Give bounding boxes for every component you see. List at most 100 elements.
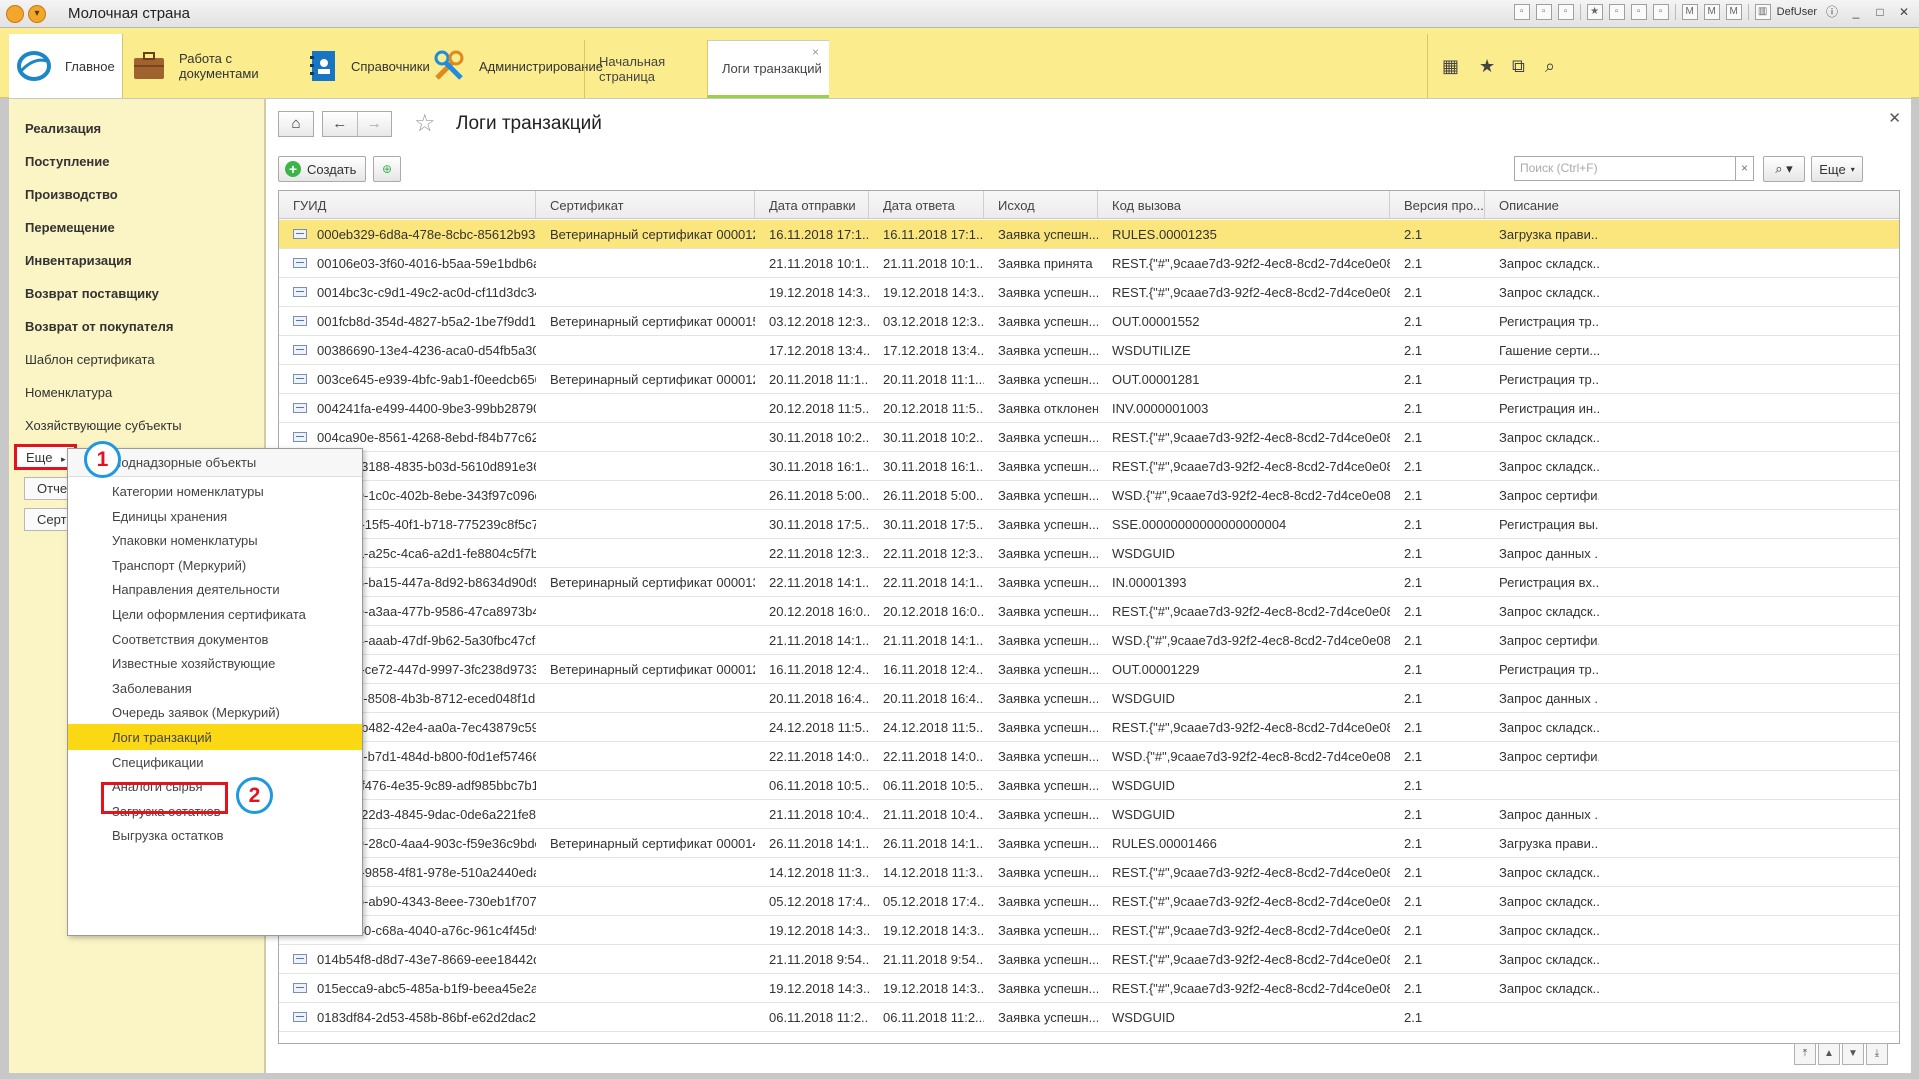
history-icon[interactable]: ⧉ bbox=[1512, 56, 1525, 77]
popup-menu-item[interactable]: Транспорт (Меркурий) bbox=[68, 552, 362, 578]
search-options-button[interactable]: ⌕ ▾ bbox=[1763, 156, 1805, 182]
page-first-icon[interactable]: ⤒ bbox=[1794, 1043, 1816, 1065]
table-row[interactable]: 00...f2a-15f5-40f1-b718-775239c8f5c7 30.1… bbox=[279, 510, 1899, 539]
sidebar-item-business-entities[interactable]: Хозяйствующие субъекты bbox=[25, 418, 182, 433]
table-row[interactable]: 00...709-28c0-4aa4-903c-f59e36c9bdef Вете… bbox=[279, 829, 1899, 858]
table-row[interactable]: 00...96-3188-4835-b03d-5610d891e363 30.11… bbox=[279, 452, 1899, 481]
app-logo-icon[interactable] bbox=[6, 4, 24, 23]
table-row[interactable]: 000eb329-6d8a-478e-8cbc-85612b93849e Вете… bbox=[279, 220, 1899, 249]
sidebar-item-receipts[interactable]: Поступление bbox=[25, 154, 110, 169]
current-user[interactable]: DefUser bbox=[1777, 6, 1817, 18]
clear-search-icon[interactable]: × bbox=[1736, 156, 1754, 181]
popup-menu-item[interactable]: Единицы хранения bbox=[68, 503, 362, 529]
column-certificate[interactable]: Сертификат bbox=[536, 191, 755, 219]
table-row[interactable]: 00...2b-f476-4e35-9c89-adf985bbc7b1 06.11… bbox=[279, 771, 1899, 800]
section-administration[interactable]: Администрирование bbox=[433, 34, 603, 98]
column-outcome[interactable]: Исход bbox=[984, 191, 1098, 219]
tab-start-page[interactable]: Начальная страница bbox=[584, 40, 706, 98]
sidebar-item-return-customer[interactable]: Возврат от покупателя bbox=[25, 319, 173, 334]
table-row[interactable]: 00386690-13e4-4236-aca0-d54fb5a30d0a 17.1… bbox=[279, 336, 1899, 365]
forward-arrow-icon[interactable]: → bbox=[356, 112, 392, 136]
copy-create-button[interactable]: ⊕ bbox=[373, 156, 401, 182]
toolbar-link-icon[interactable]: ▫ bbox=[1608, 4, 1625, 20]
column-description[interactable]: Описание bbox=[1485, 191, 1599, 219]
column-protocol-version[interactable]: Версия про... bbox=[1390, 191, 1485, 219]
column-call-code[interactable]: Код вызова bbox=[1098, 191, 1390, 219]
more-actions-button[interactable]: Еще ▾ bbox=[1811, 156, 1863, 182]
toolbar-calc-icon[interactable]: ▫ bbox=[1630, 4, 1647, 20]
table-row[interactable]: 00...b6-b482-42e4-aa0a-7ec43879c594 24.12… bbox=[279, 713, 1899, 742]
tab-close-icon[interactable]: × bbox=[812, 45, 819, 59]
info-icon[interactable]: ⓘ bbox=[1823, 4, 1841, 20]
toolbar-panels-icon[interactable]: ▥ bbox=[1754, 4, 1771, 20]
maximize-icon[interactable]: □ bbox=[1871, 4, 1889, 20]
table-row[interactable]: 014b54f8-d8d7-43e7-8669-eee18442da3f 21.1… bbox=[279, 945, 1899, 974]
sidebar-item-sales[interactable]: Реализация bbox=[25, 121, 101, 136]
favorites-star-icon[interactable]: ★ bbox=[1479, 56, 1495, 77]
popup-menu-item[interactable]: Направления деятельности bbox=[68, 576, 362, 602]
minimize-icon[interactable]: _ bbox=[1847, 4, 1865, 20]
table-row[interactable]: 00...8e4-aaab-47df-9b62-5a30fbc47cfa 21.1… bbox=[279, 626, 1899, 655]
sidebar-item-return-supplier[interactable]: Возврат поставщику bbox=[25, 286, 159, 301]
toolbar-m-icon[interactable]: M bbox=[1681, 4, 1698, 20]
popup-menu-item[interactable]: Очередь заявок (Меркурий) bbox=[68, 699, 362, 725]
popup-menu-item[interactable]: Цели оформления сертификата bbox=[68, 601, 362, 627]
favorite-star-icon[interactable]: ☆ bbox=[414, 109, 436, 138]
table-row[interactable]: 00106e03-3f60-4016-b5aa-59e1bdb6a161 21.1… bbox=[279, 249, 1899, 278]
toolbar-copy-icon[interactable]: ▫ bbox=[1557, 4, 1574, 20]
column-sent-date[interactable]: Дата отправки bbox=[755, 191, 869, 219]
popup-menu-item[interactable]: Заболевания bbox=[68, 675, 362, 701]
sidebar-item-production[interactable]: Производство bbox=[25, 187, 118, 202]
table-row[interactable]: 015ecca9-abc5-485a-b1f9-beea45e2a4ab 19.1… bbox=[279, 974, 1899, 1003]
toolbar-calendar-icon[interactable]: ▫ bbox=[1652, 4, 1669, 20]
popup-menu-item[interactable]: Соответствия документов bbox=[68, 626, 362, 652]
sidebar-item-nomenclature[interactable]: Номенклатура bbox=[25, 385, 112, 400]
app-menu-icon[interactable]: ▾ bbox=[28, 4, 46, 23]
sidebar-item-certificate-template[interactable]: Шаблон сертификата bbox=[25, 352, 155, 367]
table-row[interactable]: 01...0440-c68a-4040-a76c-961c4f45d973 19.… bbox=[279, 916, 1899, 945]
section-main[interactable]: Главное bbox=[9, 34, 122, 98]
table-row[interactable]: 00...30a-a25c-4ca6-a2d1-fe8804c5f7b4 22.1… bbox=[279, 539, 1899, 568]
toolbar-mplus-icon[interactable]: M bbox=[1703, 4, 1720, 20]
close-form-icon[interactable]: ✕ bbox=[1888, 109, 1901, 127]
table-row[interactable]: 00...29b-ab90-4343-8eee-730eb1f70725 05.1… bbox=[279, 887, 1899, 916]
popup-menu-item[interactable]: Категории номенклатуры bbox=[68, 478, 362, 504]
toolbar-mminus-icon[interactable]: M bbox=[1725, 4, 1742, 20]
close-window-icon[interactable]: ✕ bbox=[1895, 4, 1913, 20]
table-row[interactable]: 0183df84-2d53-458b-86bf-e62d2dac2811 06.1… bbox=[279, 1003, 1899, 1032]
table-row[interactable]: 001fcb8d-354d-4827-b5a2-1be7f9dd1c1e Вете… bbox=[279, 307, 1899, 336]
page-last-icon[interactable]: ⤓ bbox=[1866, 1043, 1888, 1065]
table-row[interactable]: 00...b26-ba15-447a-8d92-b8634d90d9b3 Вете… bbox=[279, 568, 1899, 597]
table-row[interactable]: 00...71e-a3aa-477b-9586-47ca8973b4a1 20.1… bbox=[279, 597, 1899, 626]
popup-menu-item[interactable]: Логи транзакций bbox=[68, 724, 362, 750]
create-button[interactable]: + Создать bbox=[278, 156, 366, 182]
table-row[interactable]: 0014bc3c-c9d1-49c2-ac0d-cf11d3dc3430 19.1… bbox=[279, 278, 1899, 307]
table-row[interactable]: 00...0c9-b7d1-484d-b800-f0d1ef574665 22.1… bbox=[279, 742, 1899, 771]
search-icon[interactable]: ⌕ bbox=[1545, 56, 1555, 77]
toolbar-save-icon[interactable]: ▫ bbox=[1513, 4, 1530, 20]
back-arrow-icon[interactable]: ← bbox=[323, 112, 357, 136]
table-row[interactable]: 00...5c9-8508-4b3b-8712-eced048f1d10 20.1… bbox=[279, 684, 1899, 713]
sidebar-item-inventory[interactable]: Инвентаризация bbox=[25, 253, 132, 268]
popup-menu-item[interactable]: Спецификации bbox=[68, 749, 362, 775]
table-row[interactable]: 004241fa-e499-4400-9be3-99bb287906f7 20.1… bbox=[279, 394, 1899, 423]
section-documents[interactable]: Работа с документами bbox=[133, 34, 303, 98]
search-input[interactable]: Поиск (Ctrl+F) bbox=[1514, 156, 1736, 181]
column-response-date[interactable]: Дата ответа bbox=[869, 191, 984, 219]
page-up-icon[interactable]: ▲ bbox=[1818, 1043, 1840, 1065]
popup-menu-item[interactable]: Известные хозяйствующие bbox=[68, 650, 362, 676]
table-row[interactable]: 003ce645-e939-4bfc-9ab1-f0eedcb6561e Вете… bbox=[279, 365, 1899, 394]
sidebar-item-transfer[interactable]: Перемещение bbox=[25, 220, 115, 235]
table-row[interactable]: 00...efb-9858-4f81-978e-510a2440edaf 14.1… bbox=[279, 858, 1899, 887]
home-button[interactable]: ⌂ bbox=[278, 111, 314, 137]
grid-menu-icon[interactable]: ▦ bbox=[1442, 56, 1459, 77]
page-down-icon[interactable]: ▼ bbox=[1842, 1043, 1864, 1065]
table-row[interactable]: 00...6d-22d3-4845-9dac-0de6a221fe8c 21.11… bbox=[279, 800, 1899, 829]
toolbar-favorite-icon[interactable]: ★ bbox=[1586, 4, 1603, 20]
table-row[interactable]: 00...479-1c0c-402b-8ebe-343f97c096c2 26.1… bbox=[279, 481, 1899, 510]
tab-transaction-logs[interactable]: Логи транзакций × bbox=[707, 40, 829, 98]
popup-menu-item[interactable]: Выгрузка остатков bbox=[68, 822, 362, 848]
table-row[interactable]: 004ca90e-8561-4268-8ebd-f84b77c62da530.1… bbox=[279, 423, 1899, 452]
toolbar-print-icon[interactable]: ▫ bbox=[1535, 4, 1552, 20]
table-row[interactable]: 00...f41-ce72-447d-9997-3fc238d9733c Вете… bbox=[279, 655, 1899, 684]
